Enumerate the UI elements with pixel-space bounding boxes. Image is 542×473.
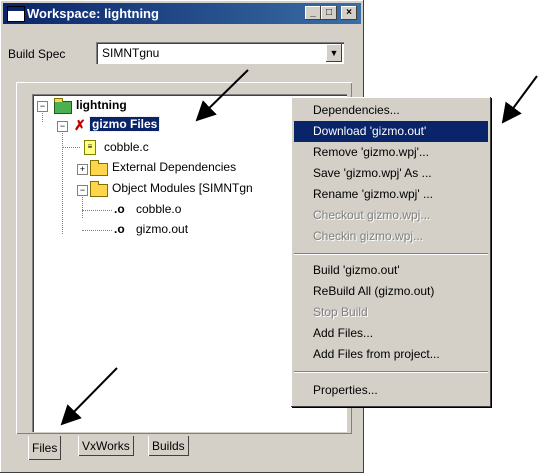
arrow-icon <box>501 75 538 124</box>
annotation-arrows <box>60 69 538 426</box>
arrow-icon <box>195 69 249 122</box>
arrow-icon <box>60 367 118 426</box>
